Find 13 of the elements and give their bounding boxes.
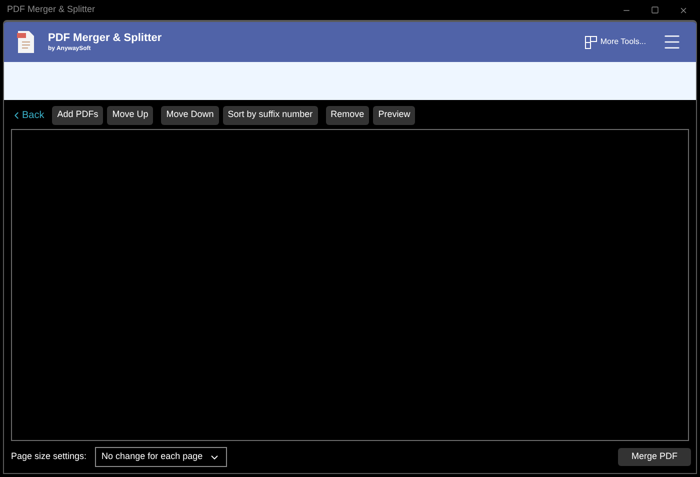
more-tools-button[interactable]: More Tools... [585,36,646,48]
toolbar-button[interactable]: Sort by suffix number [222,106,318,124]
app-name: PDF Merger & Splitter [48,32,162,44]
back-button[interactable]: Back [11,108,44,122]
toolbar-button[interactable]: Add PDFs [52,106,104,124]
toolbar-button[interactable]: Preview [373,106,416,124]
page-size-label: Page size settings: [11,450,87,464]
toolbar-button[interactable]: Remove [326,106,370,124]
toolbar-button[interactable]: Move Up [107,106,154,124]
toolbar-button[interactable]: Move Down [161,106,219,124]
merge-pdf-button[interactable]: Merge PDF [618,448,691,466]
window-title: PDF Merger & Splitter [7,3,96,16]
page-size-dropdown[interactable]: No change for each page [94,447,227,467]
